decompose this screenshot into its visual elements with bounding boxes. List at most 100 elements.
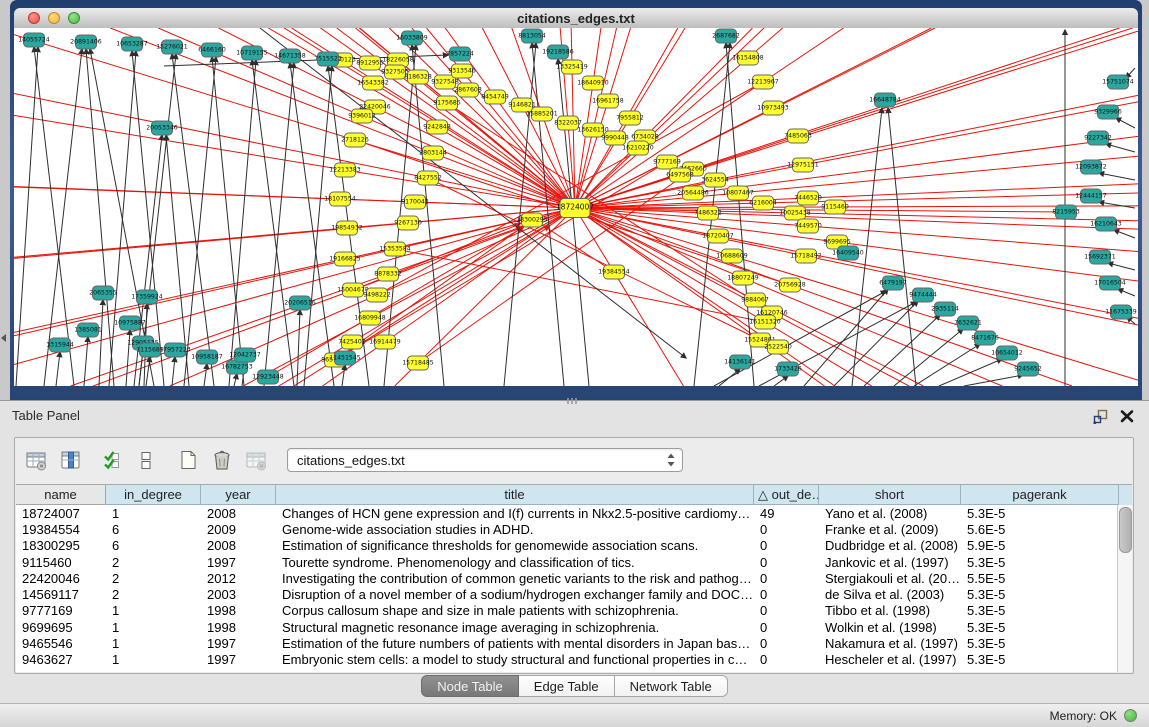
network-node[interactable]: 19218586: [542, 45, 574, 59]
network-node[interactable]: 8471676: [971, 331, 999, 345]
network-node[interactable]: 19166825: [329, 252, 361, 266]
network-node[interactable]: 8912955: [356, 56, 384, 70]
network-node[interactable]: 10654012: [991, 346, 1023, 360]
network-node[interactable]: 7515523: [314, 52, 342, 66]
network-node[interactable]: 8427552: [414, 171, 442, 185]
table-row[interactable]: 946362711997Embryonic stem cells: a mode…: [16, 652, 1132, 668]
tab-network-table[interactable]: Network Table: [615, 675, 728, 697]
network-node[interactable]: 10025438: [779, 206, 811, 220]
network-node[interactable]: 12093872: [1075, 160, 1107, 174]
network-node[interactable]: 3624554: [701, 173, 729, 187]
network-node[interactable]: 9777169: [653, 155, 681, 169]
close-panel-icon[interactable]: [1119, 408, 1135, 424]
network-node[interactable]: 7485063: [784, 129, 812, 143]
network-node[interactable]: 12213967: [747, 75, 779, 89]
network-canvas[interactable]: 1830029519384554866012389129551822605893…: [14, 28, 1138, 386]
network-node[interactable]: 9170042: [401, 195, 429, 209]
network-node[interactable]: 7857224: [446, 47, 474, 61]
table-row[interactable]: 1872400712008Changes of HCN gene express…: [16, 505, 1132, 521]
network-node[interactable]: 19384554: [598, 265, 630, 279]
network-node[interactable]: 18107554: [324, 192, 356, 206]
network-node[interactable]: 14136141: [724, 355, 756, 369]
table-row[interactable]: 1456911722003Disruption of a novel membe…: [16, 586, 1132, 602]
network-node[interactable]: 6466160: [198, 43, 226, 57]
network-node[interactable]: 17016504: [1094, 276, 1126, 290]
network-node[interactable]: 8454749: [481, 90, 509, 104]
scrollbar-thumb[interactable]: [1119, 507, 1132, 553]
network-node[interactable]: 2718126: [341, 133, 369, 147]
column-header-name[interactable]: name: [16, 485, 106, 505]
network-node[interactable]: 10807467: [722, 186, 754, 200]
network-node[interactable]: 16543382: [357, 76, 389, 90]
network-node[interactable]: 16961758: [592, 94, 624, 108]
network-node[interactable]: 18720407: [702, 229, 734, 243]
table-row[interactable]: 911546021997Tourette syndrome. Phenomeno…: [16, 554, 1132, 570]
table-header-row[interactable]: namein_degreeyeartitle△ out_de…shortpage…: [16, 485, 1132, 505]
network-node[interactable]: 10719155: [236, 46, 268, 60]
network-node[interactable]: 9990448: [601, 131, 629, 145]
new-file-button[interactable]: [173, 447, 203, 473]
column-header-short[interactable]: short: [819, 485, 961, 505]
network-node[interactable]: 9242848: [423, 120, 451, 134]
table-vertical-scrollbar[interactable]: [1117, 505, 1132, 672]
network-node[interactable]: 7446520: [794, 191, 822, 205]
network-node[interactable]: 9474444: [909, 288, 937, 302]
network-node[interactable]: 15276021: [156, 40, 188, 54]
table-row[interactable]: 969969511998Structural magnetic resonanc…: [16, 619, 1132, 635]
column-header-year[interactable]: year: [201, 485, 276, 505]
table-mode-button[interactable]: [21, 447, 51, 473]
network-node[interactable]: 12444157: [1075, 189, 1107, 203]
network-node[interactable]: 10958187: [191, 350, 223, 364]
network-node[interactable]: 2687682: [712, 29, 740, 43]
checkbox-list-button[interactable]: [131, 447, 161, 473]
network-node[interactable]: 1385081: [74, 323, 102, 337]
network-node[interactable]: 2803144: [419, 146, 447, 160]
network-node[interactable]: 7449570: [794, 219, 822, 233]
network-node[interactable]: 10653287: [116, 37, 148, 51]
collapse-panel-arrow-icon[interactable]: [1, 334, 6, 342]
network-node[interactable]: 20053346: [146, 121, 178, 135]
network-node[interactable]: 8813054: [518, 29, 546, 43]
table-row[interactable]: 2242004622012Investigating the contribut…: [16, 570, 1132, 586]
network-node[interactable]: 7486322: [694, 206, 722, 220]
network-node[interactable]: 15353584: [379, 242, 411, 256]
network-node[interactable]: 16648784: [869, 93, 901, 107]
network-node[interactable]: 8186328: [404, 70, 432, 84]
network-node[interactable]: 7425402: [338, 335, 366, 349]
network-node[interactable]: 9227342: [1084, 131, 1112, 145]
table-row[interactable]: 1830029562008Estimation of significance …: [16, 538, 1132, 554]
network-node[interactable]: 7955812: [616, 111, 644, 125]
select-all-button[interactable]: [97, 447, 127, 473]
network-node[interactable]: 20756928: [774, 278, 806, 292]
network-node[interactable]: 2867608: [454, 83, 482, 97]
network-node[interactable]: 12923448: [252, 370, 284, 384]
network-node[interactable]: 3315944: [46, 338, 74, 352]
network-node[interactable]: 1115689: [136, 343, 164, 357]
network-node[interactable]: 1733426: [774, 362, 802, 376]
column-header-out_de[interactable]: △ out_de…: [754, 485, 819, 505]
network-node[interactable]: 19854932: [331, 221, 363, 235]
network-node[interactable]: 8878332: [374, 267, 402, 281]
network-node[interactable]: 9884067: [741, 293, 769, 307]
network-node[interactable]: 16033809: [396, 31, 428, 45]
network-node[interactable]: 14055724: [18, 33, 50, 47]
network-node[interactable]: 9245652: [1014, 362, 1042, 376]
network-node[interactable]: 2522540: [764, 340, 792, 354]
network-node[interactable]: 15718485: [402, 356, 434, 370]
hub-network-node[interactable]: 18724007: [556, 199, 594, 218]
network-node[interactable]: 13325419: [556, 60, 588, 74]
citation-network-graph[interactable]: 1830029519384554866012389129551822605893…: [14, 28, 1138, 386]
network-node[interactable]: 9498222: [363, 288, 391, 302]
network-node[interactable]: 15692371: [1084, 250, 1116, 264]
network-node[interactable]: 12213383: [329, 163, 361, 177]
network-node[interactable]: 9313546: [448, 64, 476, 78]
network-node[interactable]: 8215953: [1052, 205, 1080, 219]
network-node[interactable]: 7632621: [954, 316, 982, 330]
network-node[interactable]: 15751074: [1102, 75, 1134, 89]
table-row[interactable]: 977716911998Corpus callosum shape and si…: [16, 603, 1132, 619]
tab-edge-table[interactable]: Edge Table: [519, 675, 615, 697]
delete-button[interactable]: [207, 447, 237, 473]
column-header-in_degree[interactable]: in_degree: [106, 485, 201, 505]
network-node[interactable]: 2935114: [931, 302, 959, 316]
window-titlebar[interactable]: citations_edges.txt: [14, 8, 1138, 29]
